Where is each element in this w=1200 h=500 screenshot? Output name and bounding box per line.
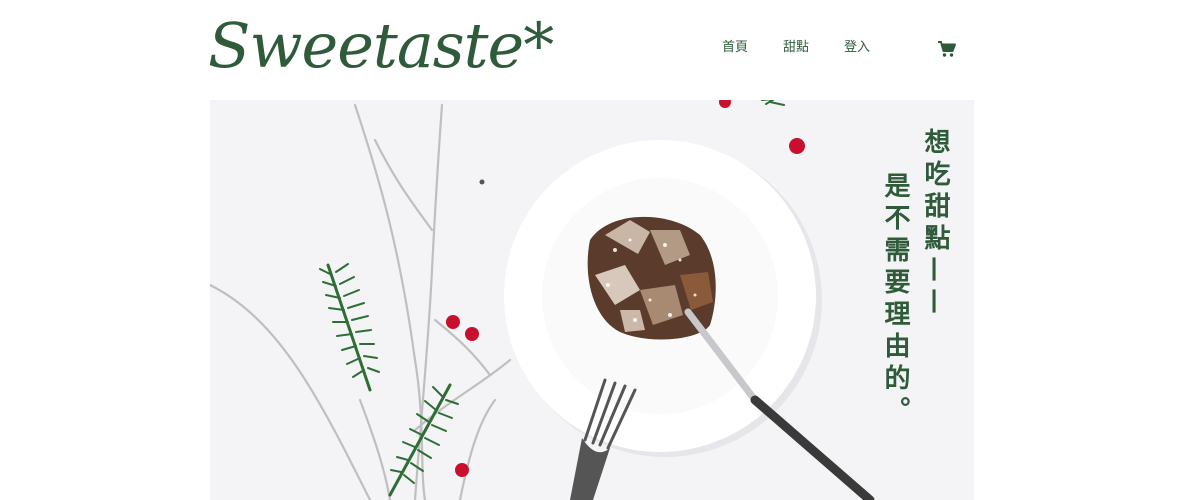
- tagline-line-2: 是不需要理由的。: [880, 172, 910, 428]
- nav-link-home[interactable]: 首頁: [722, 40, 748, 56]
- hero-banner: 想吃甜點—— 是不需要理由的。: [210, 100, 974, 500]
- cart-icon[interactable]: [937, 40, 957, 58]
- nav-link-login[interactable]: 登入: [844, 40, 870, 56]
- cart-icon-svg: [938, 41, 956, 57]
- hero-tagline: 想吃甜點—— 是不需要理由的。: [880, 128, 950, 428]
- main-nav: 首頁 甜點 登入: [722, 40, 870, 56]
- hero-photo: [210, 100, 875, 500]
- nav-link-desserts[interactable]: 甜點: [783, 40, 809, 56]
- brand-logo[interactable]: Sweetaste*: [208, 10, 554, 82]
- tagline-line-1: 想吃甜點——: [920, 128, 950, 320]
- site-header: Sweetaste* 首頁 甜點 登入: [0, 0, 1200, 100]
